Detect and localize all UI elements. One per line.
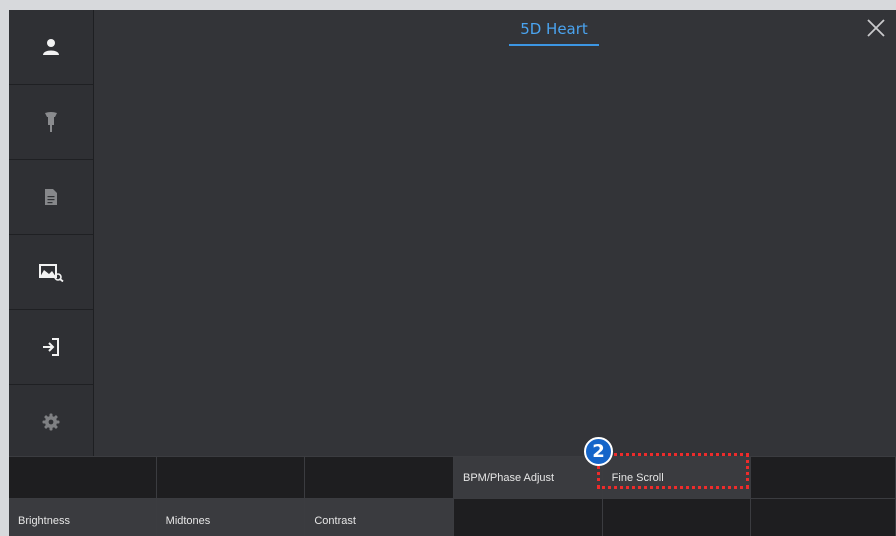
bpm-phase-adjust-button[interactable]: BPM/Phase Adjust [454, 456, 603, 498]
softkey-1-1[interactable] [9, 456, 157, 498]
softkey-2-6[interactable] [751, 498, 896, 536]
main-viewport: 5D Heart [94, 10, 896, 456]
softkey-panel: BPM/Phase Adjust Fine Scroll Brightness … [9, 456, 896, 536]
sidebar-item-settings[interactable] [9, 385, 93, 459]
page-title[interactable]: 5D Heart [509, 20, 599, 46]
softkey-row-1: BPM/Phase Adjust Fine Scroll [9, 456, 896, 498]
sidebar-item-patient[interactable] [9, 10, 93, 85]
sidebar-item-review[interactable] [9, 235, 93, 310]
brightness-label: Brightness [18, 515, 70, 527]
fine-scroll-button[interactable]: Fine Scroll [602, 456, 752, 498]
softkey-1-3[interactable] [305, 456, 454, 498]
sidebar-item-probe[interactable] [9, 85, 93, 160]
step-badge: 2 [584, 437, 613, 466]
sidebar-item-exit[interactable] [9, 310, 93, 385]
patient-icon [42, 38, 60, 56]
softkey-1-2[interactable] [156, 456, 306, 498]
softkey-2-5[interactable] [602, 498, 752, 536]
close-button[interactable] [866, 18, 886, 38]
sidebar-item-report[interactable] [9, 160, 93, 235]
report-icon [44, 188, 58, 206]
softkey-row-2: Brightness Midtones Contrast [9, 498, 896, 536]
settings-icon [42, 413, 60, 431]
sidebar [9, 10, 94, 456]
probe-icon [44, 111, 58, 133]
softkey-1-6[interactable] [751, 456, 896, 498]
app-window: 5D Heart BPM/Phase Adjust Fine Scroll Br… [9, 10, 896, 536]
softkey-2-4[interactable] [454, 498, 603, 536]
close-icon [866, 19, 886, 42]
brightness-button[interactable]: Brightness [9, 498, 157, 536]
contrast-button[interactable]: Contrast [305, 498, 454, 536]
midtones-button[interactable]: Midtones [156, 498, 306, 536]
review-icon [38, 262, 64, 282]
exit-icon [41, 337, 61, 357]
